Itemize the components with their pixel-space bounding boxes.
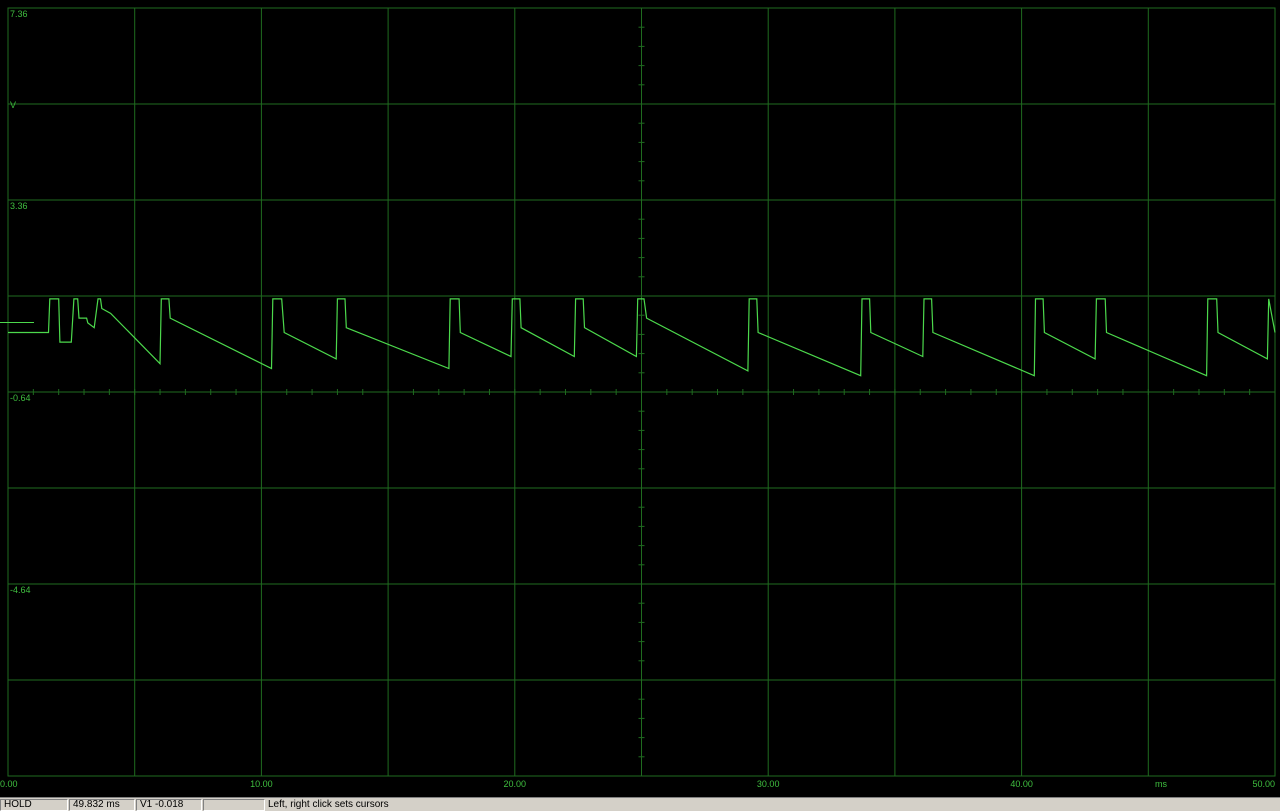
y-tick-label: 7.36: [10, 9, 28, 19]
oscilloscope-display[interactable]: 7.36 3.36 -0.64 -4.64 V 0.00 10.00 20.00 30.00 40…: [0, 0, 1280, 797]
scope-graticule[interactable]: 7.36 3.36 -0.64 -4.64 V 0.00 10.00 20.00 30.00 40…: [0, 0, 1280, 797]
x-tick-label: 50.00: [1252, 779, 1275, 789]
x-tick-label: 30.00: [757, 779, 780, 789]
y-tick-label: -4.64: [10, 585, 31, 595]
y-tick-label: 3.36: [10, 201, 28, 211]
x-tick-label: 20.00: [504, 779, 527, 789]
mode-indicator: HOLD: [0, 799, 68, 811]
x-tick-label: 10.00: [250, 779, 273, 789]
y-tick-label: -0.64: [10, 393, 31, 403]
y-unit-label: V: [10, 100, 16, 110]
voltage-readout: V1 -0.018: [136, 799, 202, 811]
time-readout: 49.832 ms: [69, 799, 135, 811]
status-hint: Left, right click sets cursors: [268, 799, 389, 810]
x-tick-label: 40.00: [1010, 779, 1033, 789]
x-unit-label: ms: [1155, 779, 1167, 789]
blank-readout: [203, 799, 265, 811]
x-tick-label: 0.00: [0, 779, 18, 789]
status-bar: HOLD 49.832 ms V1 -0.018 Left, right cli…: [0, 797, 1280, 811]
